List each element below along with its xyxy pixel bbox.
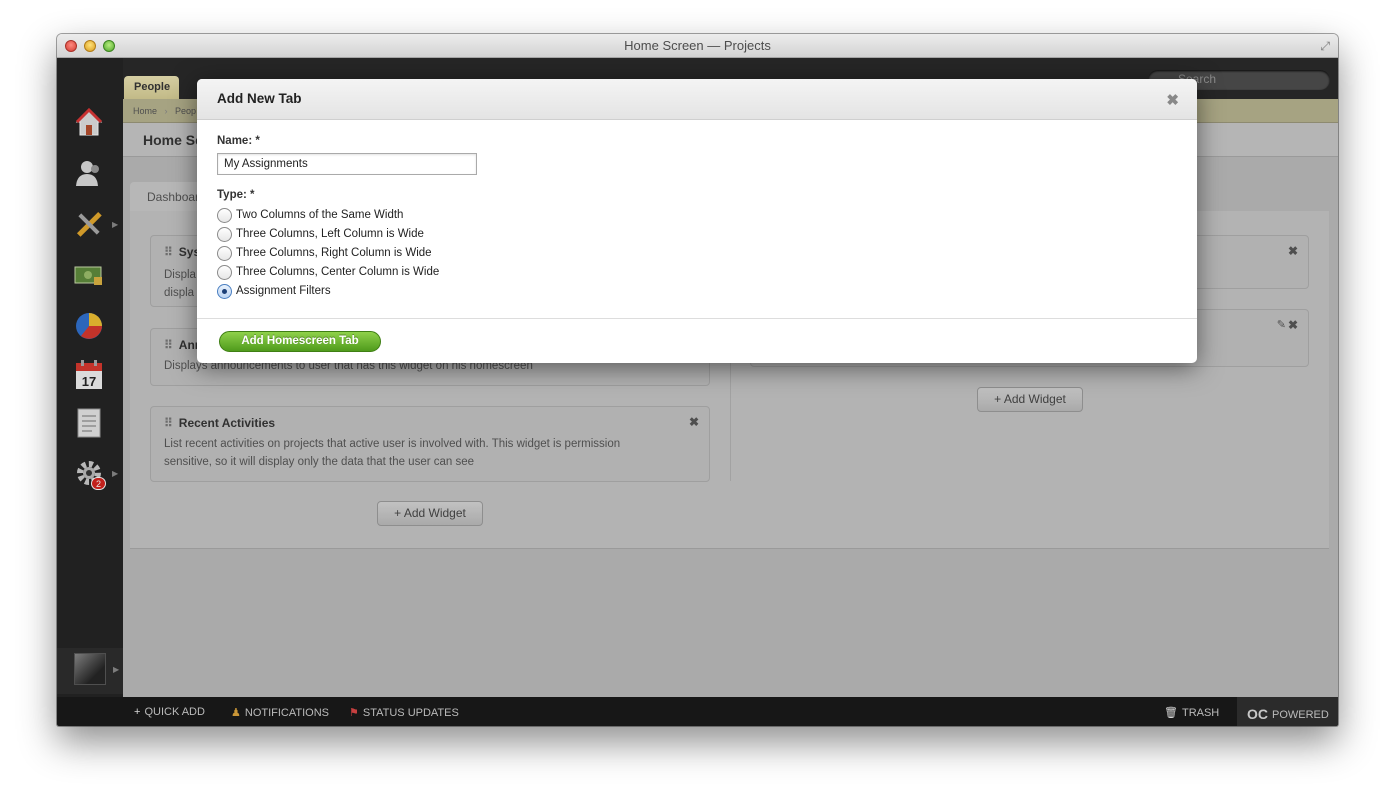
radio-button[interactable] [217, 264, 232, 280]
type-option-label: Three Columns, Center Column is Wide [236, 266, 440, 278]
name-input[interactable] [217, 153, 477, 175]
app-window: Home Screen — Projects ⤢ ▶ 17 2 ▶ ▶ Peop… [57, 34, 1338, 726]
minimize-window-button[interactable] [84, 40, 96, 52]
type-option-right-wide[interactable]: Three Columns, Right Column is Wide [217, 245, 432, 261]
type-label: Type: * [217, 189, 255, 201]
type-option-two-columns[interactable]: Two Columns of the Same Width [217, 207, 403, 223]
radio-button[interactable] [217, 226, 232, 242]
radio-button[interactable] [217, 207, 232, 223]
name-label: Name: * [217, 135, 260, 147]
fullscreen-icon[interactable]: ⤢ [1320, 39, 1330, 53]
type-option-label: Two Columns of the Same Width [236, 209, 404, 221]
title-bar: Home Screen — Projects ⤢ [57, 34, 1338, 58]
type-option-label: Assignment Filters [236, 285, 331, 297]
zoom-window-button[interactable] [103, 40, 115, 52]
add-homescreen-tab-button[interactable]: Add Homescreen Tab [219, 331, 381, 352]
window-title: Home Screen — Projects [624, 38, 771, 53]
type-option-left-wide[interactable]: Three Columns, Left Column is Wide [217, 226, 424, 242]
radio-button[interactable] [217, 245, 232, 261]
radio-button-selected[interactable] [217, 283, 232, 299]
close-window-button[interactable] [65, 40, 77, 52]
type-option-label: Three Columns, Left Column is Wide [236, 228, 424, 240]
dialog-divider [197, 318, 1197, 319]
dialog-title: Add New Tab [217, 91, 302, 106]
type-option-assignment-filters[interactable]: Assignment Filters [217, 283, 331, 299]
add-tab-dialog: Add New Tab ✖ Name: * Type: * Two Column… [197, 79, 1197, 363]
dialog-header: Add New Tab ✖ [197, 79, 1197, 120]
type-option-center-wide[interactable]: Three Columns, Center Column is Wide [217, 264, 439, 280]
type-option-label: Three Columns, Right Column is Wide [236, 247, 432, 259]
dialog-close-icon[interactable]: ✖ [1166, 91, 1179, 109]
